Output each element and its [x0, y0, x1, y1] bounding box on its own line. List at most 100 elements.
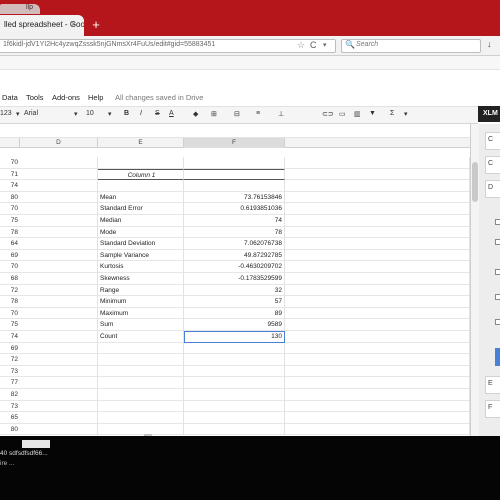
cell-d[interactable] — [20, 307, 98, 320]
cell-g[interactable] — [285, 412, 470, 424]
cell-g[interactable] — [285, 261, 470, 273]
download-icon[interactable]: ↓ — [487, 39, 492, 49]
stat-label-cell[interactable]: Standard Deviation — [98, 238, 184, 250]
menu-help[interactable]: Help — [88, 93, 103, 102]
cell-d[interactable] — [20, 203, 98, 215]
spreadsheet-grid[interactable]: D E F 70 71 Column 1 74 80 Mean 73.76153846 70 S… — [0, 124, 470, 436]
stat-value-cell[interactable]: -0.1783529599 — [184, 273, 285, 285]
panel-run-button[interactable] — [495, 348, 500, 366]
size-dropdown-icon[interactable]: ▾ — [108, 110, 112, 118]
cell-g[interactable] — [285, 284, 470, 297]
panel-checkbox[interactable] — [495, 219, 500, 225]
row-number[interactable]: 69 — [0, 250, 20, 262]
cell-g[interactable] — [285, 377, 470, 389]
row-number[interactable]: 78 — [0, 227, 20, 239]
stat-label-cell[interactable] — [98, 377, 184, 389]
url-dropdown-icon[interactable]: ▾ — [323, 41, 327, 49]
cell-g[interactable] — [285, 389, 470, 401]
close-tab-icon[interactable]: × — [71, 19, 76, 29]
stat-value-cell[interactable] — [184, 365, 285, 378]
row-number[interactable]: 69 — [0, 343, 20, 355]
stat-value-cell[interactable] — [184, 377, 285, 389]
panel-section[interactable]: C — [485, 132, 500, 150]
row-number[interactable]: 65 — [0, 412, 20, 424]
panel-section[interactable]: D — [485, 180, 500, 198]
stat-label-cell[interactable] — [98, 354, 184, 366]
xlminer-tab[interactable]: XLM — [478, 106, 500, 122]
align-icon[interactable]: ≡ — [256, 110, 260, 117]
panel-checkbox[interactable] — [495, 239, 500, 245]
row-number[interactable]: 73 — [0, 401, 20, 413]
stat-value-cell[interactable]: -0.4630209702 — [184, 261, 285, 273]
stat-label-cell[interactable]: Mode — [98, 226, 184, 239]
stat-value-cell[interactable] — [184, 180, 285, 192]
cell-g[interactable] — [285, 365, 470, 378]
cell-g[interactable] — [285, 423, 470, 436]
stat-label-cell[interactable]: Minimum — [98, 296, 184, 308]
stat-label-cell[interactable]: Median — [98, 215, 184, 227]
row-number[interactable]: 80 — [0, 424, 20, 436]
row-number[interactable]: 78 — [0, 296, 20, 308]
stat-label-cell[interactable]: Sample Variance — [98, 249, 184, 262]
menu-addons[interactable]: Add-ons — [52, 93, 80, 102]
strikethrough-button[interactable]: S — [155, 110, 160, 117]
panel-section[interactable]: F — [485, 400, 500, 418]
stat-value-cell[interactable]: 78 — [184, 226, 285, 239]
stat-value-cell[interactable] — [184, 157, 285, 169]
row-number[interactable]: 72 — [0, 285, 20, 297]
italic-button[interactable]: I — [140, 110, 142, 117]
cell-d[interactable] — [20, 284, 98, 297]
menu-tools[interactable]: Tools — [26, 93, 44, 102]
stat-value-cell[interactable] — [184, 389, 285, 401]
active-cell[interactable]: 130 — [184, 331, 285, 343]
row-number[interactable]: 70 — [0, 157, 20, 169]
row-number[interactable]: 72 — [0, 354, 20, 366]
stat-value-cell[interactable]: 49.87292785 — [184, 249, 285, 262]
filter-icon[interactable]: ▼ — [369, 110, 376, 117]
cell-d[interactable] — [20, 400, 98, 413]
text-color-button[interactable]: A — [169, 110, 174, 117]
row-number[interactable]: 68 — [0, 273, 20, 285]
row-number[interactable]: 77 — [0, 377, 20, 389]
row-number[interactable]: 82 — [0, 389, 20, 401]
cell-d[interactable] — [20, 296, 98, 308]
new-tab-icon[interactable]: + — [89, 18, 103, 32]
stat-label-cell[interactable]: Skewness — [98, 273, 184, 285]
insert-chart-icon[interactable]: ▥ — [354, 110, 361, 118]
stat-value-cell[interactable] — [184, 400, 285, 413]
stat-value-cell[interactable]: 0.6193851036 — [184, 203, 285, 215]
stat-label-cell[interactable] — [98, 157, 184, 169]
bold-button[interactable]: B — [124, 110, 129, 117]
corner-cell[interactable] — [0, 138, 20, 148]
cell-d[interactable] — [20, 180, 98, 192]
cell-g[interactable] — [285, 226, 470, 239]
stat-label-cell[interactable]: Count — [98, 331, 184, 343]
stat-label-cell[interactable] — [98, 342, 184, 355]
bookmark-star-icon[interactable]: ☆ — [297, 40, 305, 51]
number-format-select[interactable]: 123 — [0, 110, 12, 117]
cell-g[interactable] — [285, 168, 470, 181]
cell-d[interactable] — [20, 157, 98, 169]
row-number[interactable]: 70 — [0, 308, 20, 320]
row-number[interactable]: 74 — [0, 180, 20, 192]
vertical-align-icon[interactable]: ⊥ — [278, 110, 284, 118]
cell-d[interactable] — [20, 238, 98, 250]
reload-icon[interactable]: C — [310, 40, 317, 50]
cell-d[interactable] — [20, 365, 98, 378]
stat-label-cell[interactable]: Sum — [98, 319, 184, 331]
insert-link-icon[interactable]: ⊂⊃ — [322, 110, 334, 118]
cell-d[interactable] — [20, 354, 98, 366]
stat-label-cell[interactable] — [98, 400, 184, 413]
cell-g[interactable] — [285, 157, 470, 169]
cell-g[interactable] — [285, 191, 470, 204]
panel-section[interactable]: E — [485, 376, 500, 394]
taskbar-thumbnail[interactable] — [22, 440, 50, 448]
scrollbar-thumb[interactable] — [472, 162, 478, 202]
cell-d[interactable] — [20, 423, 98, 436]
stat-value-cell[interactable] — [184, 342, 285, 355]
stat-label-cell[interactable] — [98, 180, 184, 192]
borders-icon[interactable]: ⊞ — [211, 110, 217, 118]
stat-value-cell[interactable]: 89 — [184, 307, 285, 320]
column-title-cell[interactable]: Column 1 — [98, 168, 184, 181]
panel-section[interactable]: C — [485, 156, 500, 174]
